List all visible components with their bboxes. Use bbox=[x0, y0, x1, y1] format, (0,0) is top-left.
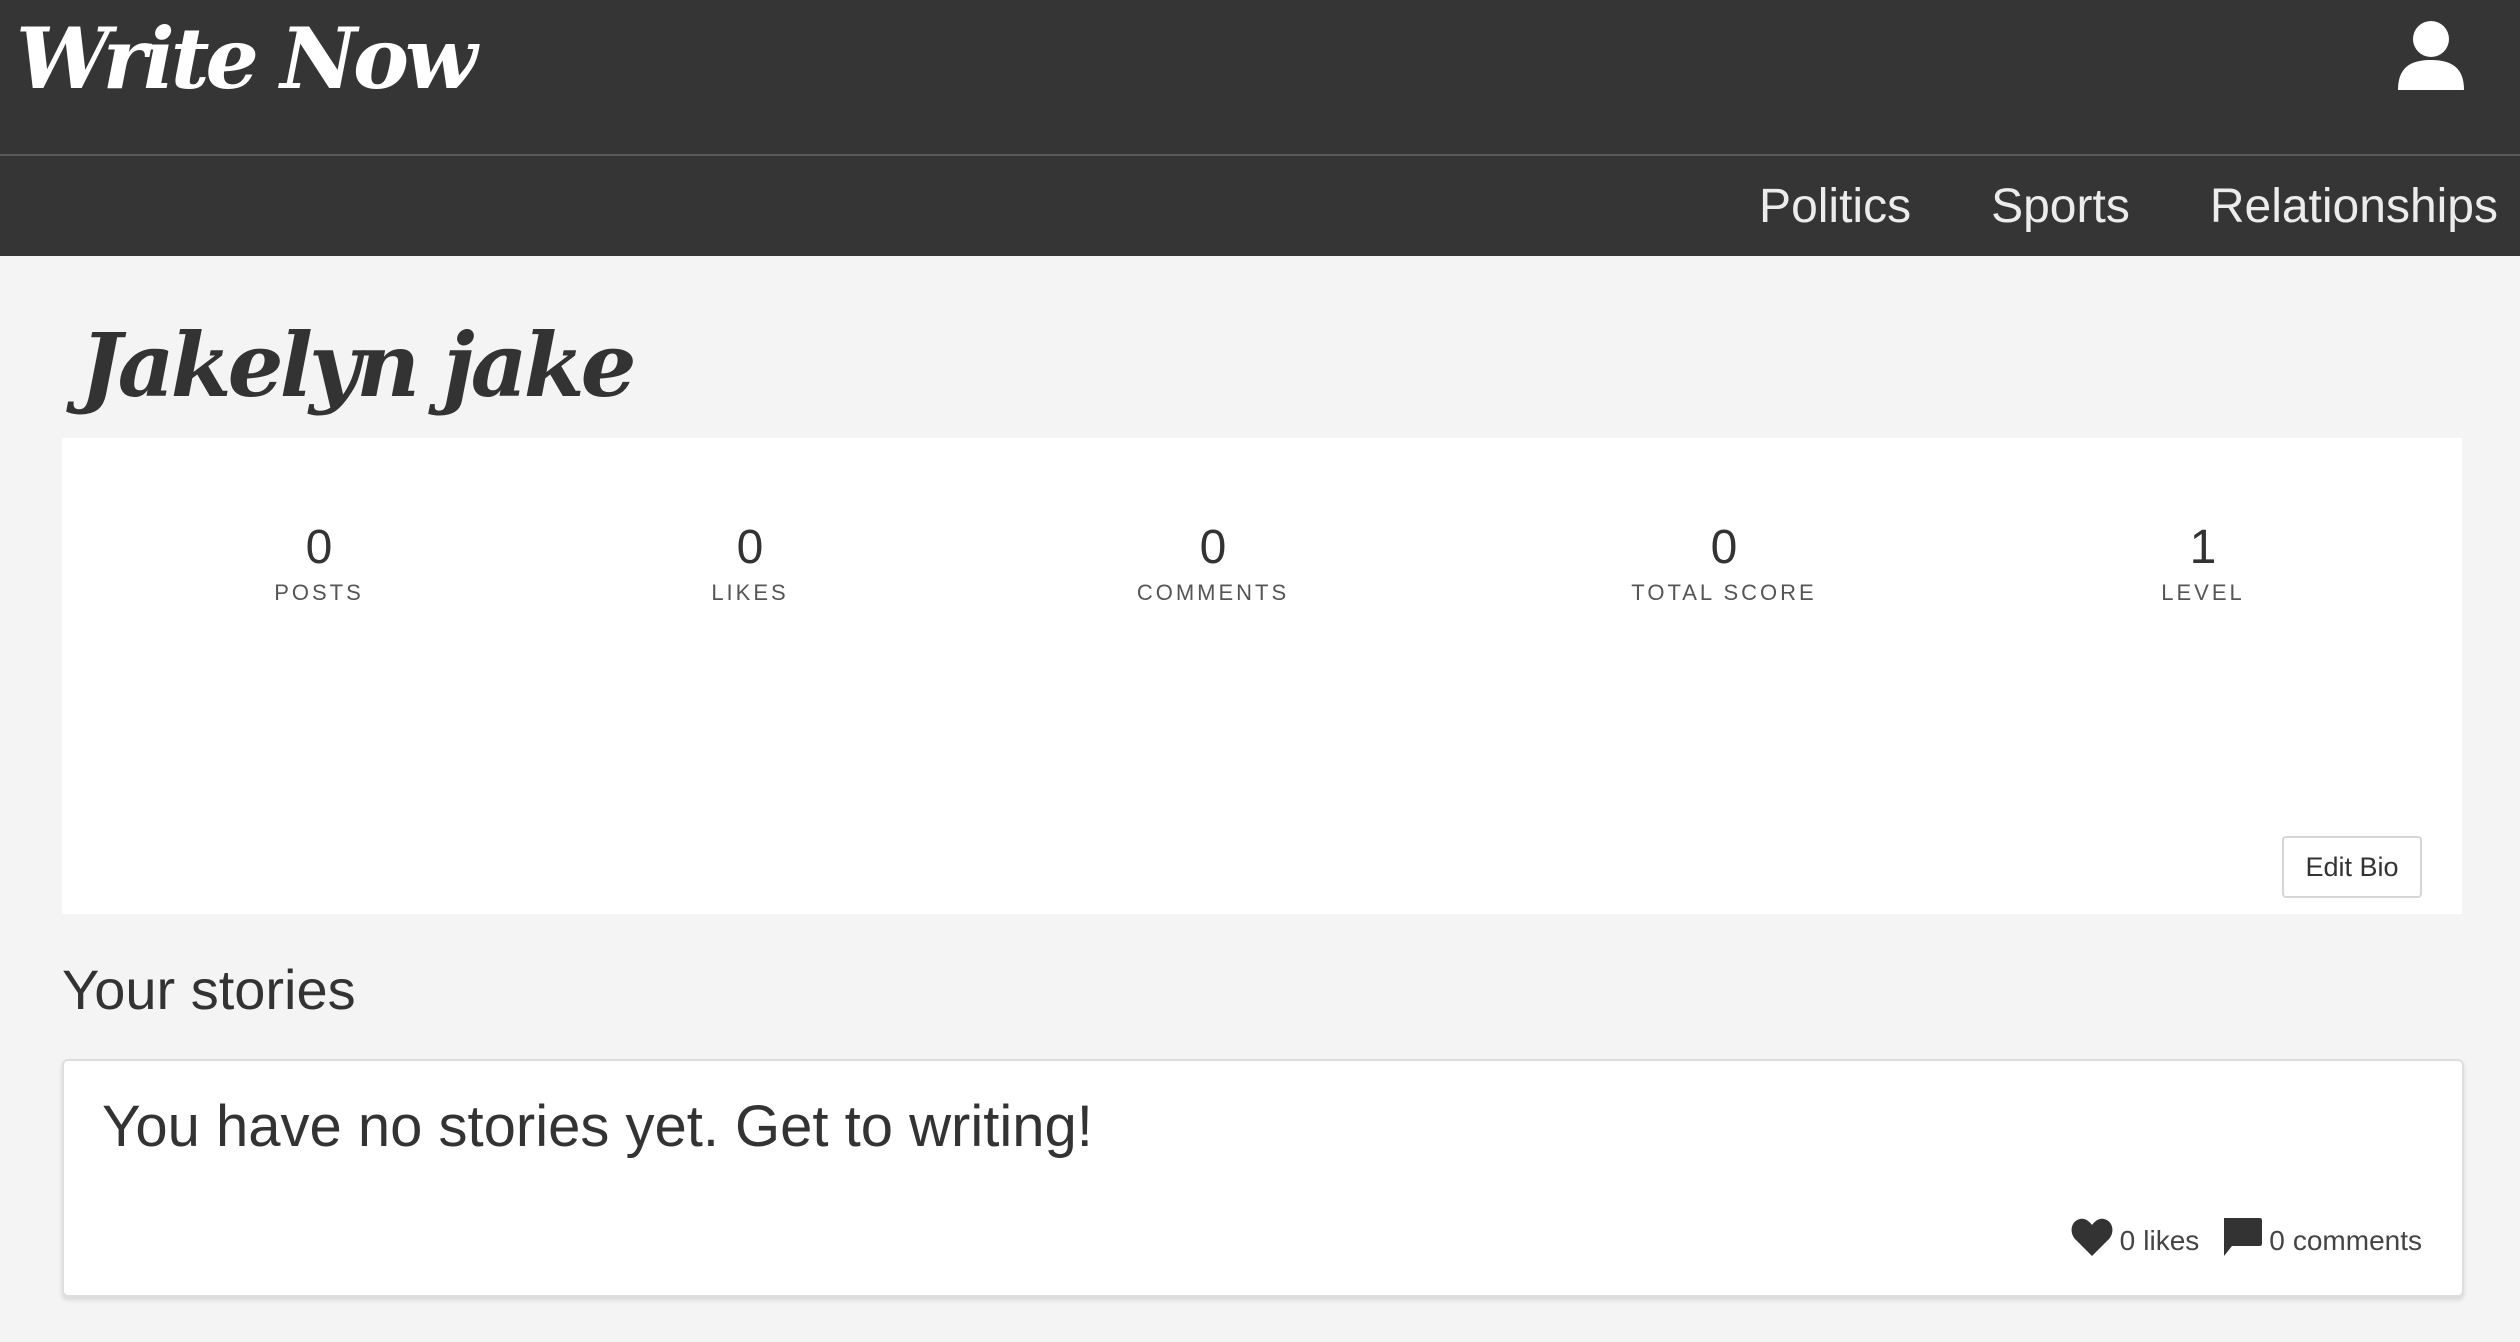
likes-count: 0 bbox=[2119, 1224, 2136, 1256]
stat-label: LIKES bbox=[711, 580, 789, 605]
stat-total-score: 0 TOTAL SCORE bbox=[1574, 518, 1874, 608]
category-nav: Politics Sports Relationships bbox=[0, 156, 2520, 256]
comments-label: comments bbox=[2292, 1224, 2422, 1256]
stat-label: COMMENTS bbox=[1136, 580, 1290, 605]
heart-icon bbox=[2070, 1217, 2114, 1264]
stats-panel: 0 POSTS 0 LIKES 0 COMMENTS 0 TOTAL SCORE… bbox=[62, 438, 2462, 914]
likes-label: likes bbox=[2143, 1224, 2200, 1256]
site-logo[interactable]: Write Now bbox=[16, 4, 477, 114]
stat-level: 1 LEVEL bbox=[2053, 518, 2353, 608]
stat-label: TOTAL SCORE bbox=[1631, 580, 1817, 605]
nav-item-sports[interactable]: Sports bbox=[1991, 179, 2130, 234]
stat-likes: 0 LIKES bbox=[600, 518, 900, 608]
stat-label: POSTS bbox=[274, 580, 364, 605]
site-header: Write Now Politics Sports Relationships bbox=[0, 0, 2520, 256]
profile-name: Jakelyn jake bbox=[80, 313, 637, 417]
top-bar: Write Now bbox=[0, 0, 2520, 156]
story-meta: 0 likes 0 comments bbox=[2048, 1216, 2422, 1265]
comments-count: 0 bbox=[2269, 1224, 2285, 1256]
empty-stories-message: You have no stories yet. Get to writing! bbox=[102, 1094, 1093, 1159]
stat-posts: 0 POSTS bbox=[169, 518, 469, 608]
nav-item-politics[interactable]: Politics bbox=[1759, 179, 1911, 234]
story-card: You have no stories yet. Get to writing!… bbox=[62, 1059, 2464, 1297]
stat-value: 0 bbox=[736, 521, 764, 574]
comment-icon bbox=[2221, 1216, 2263, 1265]
edit-bio-button[interactable]: Edit Bio bbox=[2282, 836, 2422, 898]
your-stories-heading: Your stories bbox=[62, 958, 356, 1021]
likes-indicator[interactable]: 0 likes bbox=[2070, 1217, 2200, 1264]
stat-value: 0 bbox=[1710, 521, 1738, 574]
stat-value: 1 bbox=[2189, 521, 2217, 574]
stat-comments: 0 COMMENTS bbox=[1063, 518, 1363, 608]
stat-value: 0 bbox=[1199, 521, 1227, 574]
stat-label: LEVEL bbox=[2161, 580, 2245, 605]
person-icon[interactable] bbox=[2396, 20, 2466, 92]
stat-value: 0 bbox=[305, 521, 333, 574]
comments-indicator[interactable]: 0 comments bbox=[2221, 1216, 2422, 1265]
nav-item-relationships[interactable]: Relationships bbox=[2210, 179, 2498, 234]
